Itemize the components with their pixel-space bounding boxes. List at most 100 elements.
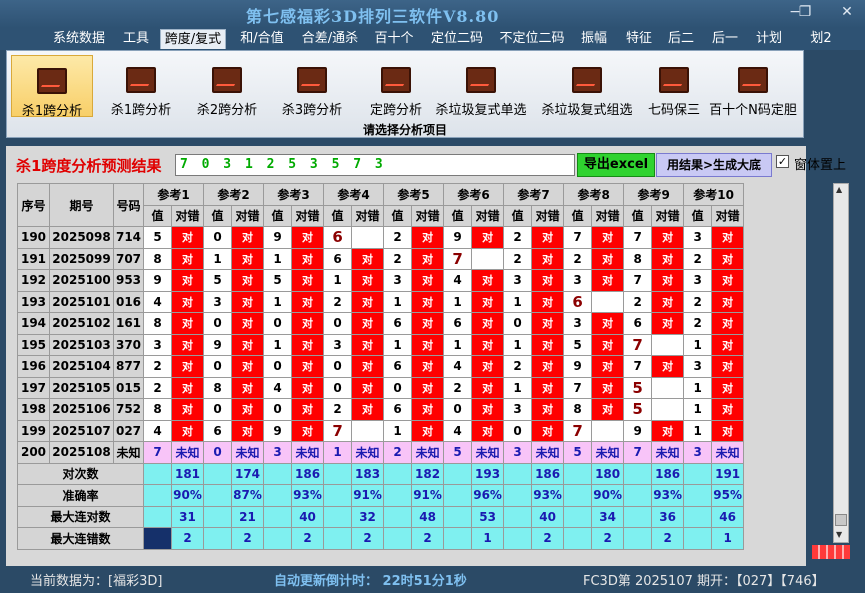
- menu-item-13[interactable]: 划2: [806, 29, 836, 49]
- ribbon-button-8[interactable]: 百十个N码定胆: [707, 55, 799, 118]
- menu-item-11[interactable]: 后一: [704, 29, 746, 49]
- menu-item-7[interactable]: 不定位二码: [494, 29, 570, 49]
- header-correct: 对错: [591, 204, 625, 227]
- correct-mark: 对: [411, 376, 445, 399]
- correct-mark: 对: [291, 247, 325, 270]
- stat-value: 91%: [411, 484, 445, 507]
- table-row[interactable]: 199 2025107 027 4 对 6 对 9 对 7 1 对 4 对 0 对 7 9 对 1 对: [17, 419, 745, 442]
- ref-value: 2: [503, 355, 533, 378]
- correct-mark: 对: [471, 226, 505, 249]
- menu-item-12[interactable]: 计划: [752, 29, 786, 49]
- ribbon-button-1[interactable]: 杀1跨分析: [101, 55, 181, 118]
- result-field[interactable]: 7 0 3 1 2 5 3 5 7 3: [175, 154, 575, 176]
- close-icon[interactable]: ✕: [834, 4, 860, 22]
- table-row[interactable]: 190 2025098 714 5 对 0 对 9 对 6 2 对 9 对 2 对 7 对 7 对 3 对: [17, 226, 745, 249]
- chart-icon: [572, 67, 602, 93]
- table-row[interactable]: 194 2025102 161 8 对 0 对 0 对 0 对 6 对 6 对 0 对 3 对 6 对 2 对: [17, 312, 745, 335]
- stat-spacer: [563, 462, 593, 485]
- correct-mark: 对: [291, 312, 325, 335]
- correct-mark: 对: [411, 419, 445, 442]
- menu-item-2[interactable]: 跨度/复式: [160, 29, 226, 49]
- status-bar: 当前数据为：[福彩3D] 自动更新倒计时： 22时51分1秒 FC3D第 202…: [0, 566, 865, 593]
- menu-item-4[interactable]: 合差/通杀: [297, 29, 363, 49]
- scroll-up-icon[interactable]: ▲: [836, 185, 842, 194]
- stat-value: 2: [170, 527, 205, 550]
- stat-spacer: [503, 527, 533, 550]
- stat-value: 186: [651, 462, 685, 485]
- stat-value: 93%: [651, 484, 685, 507]
- app-title: 第七感福彩3D排列三软件V8.80: [246, 7, 500, 26]
- correct-mark: 对: [471, 355, 505, 378]
- ref-value: 0: [203, 226, 233, 249]
- scroll-thumb[interactable]: [835, 514, 847, 526]
- header-correct: 对错: [411, 204, 445, 227]
- table-row[interactable]: 198 2025106 752 8 对 0 对 0 对 2 对 6 对 0 对 3 对 8 对 5 1 对: [17, 398, 745, 421]
- table-row[interactable]: 195 2025103 370 3 对 9 对 1 对 3 对 1 对 1 对 1 对 5 对 7 1 对: [17, 333, 745, 356]
- ref-value: 3: [503, 441, 533, 464]
- ref-value: 3: [203, 290, 233, 313]
- ribbon-button-3[interactable]: 杀3跨分析: [272, 55, 352, 118]
- ref-value: 4: [263, 376, 293, 399]
- stat-spacer: [503, 462, 533, 485]
- header-value: 值: [443, 204, 473, 227]
- correct-mark: 对: [291, 376, 325, 399]
- table-row[interactable]: 192 2025100 953 9 对 5 对 5 对 1 对 3 对 4 对 3 对 3 对 7 对 3 对: [17, 269, 745, 292]
- ribbon-button-5[interactable]: 杀垃圾复式单选: [431, 55, 531, 118]
- pending-row[interactable]: 200 2025108 未知 7 未知 0 未知 3 未知 1 未知 2 未知 5 未知 3 未知 5 未知 7 未知 3…: [17, 441, 745, 464]
- menu-item-9[interactable]: 特征: [619, 29, 659, 49]
- ribbon-button-0[interactable]: 杀1跨分析: [11, 55, 93, 119]
- menu-item-3[interactable]: 和/合值: [233, 29, 291, 49]
- stat-value: 32: [351, 505, 385, 528]
- export-excel-button[interactable]: 导出excel: [577, 153, 655, 177]
- table-row[interactable]: 197 2025105 015 2 对 8 对 4 对 0 对 0 对 2 对 1 对 7 对 5 1 对: [17, 376, 745, 399]
- ref-value: 5: [443, 441, 473, 464]
- stat-spacer: [323, 462, 353, 485]
- status-unknown: 未知: [170, 441, 205, 464]
- ref-value: 0: [263, 355, 293, 378]
- scroll-down-icon[interactable]: ▼: [836, 530, 842, 539]
- empty-mark: [351, 226, 385, 249]
- stat-row: 最大连错数 2 2 2 2 2 1 2 2 2 1: [17, 527, 745, 550]
- empty-mark: [651, 398, 685, 421]
- stat-value: 21: [231, 505, 265, 528]
- menu-item-1[interactable]: 工具: [117, 29, 155, 49]
- table-row[interactable]: 193 2025101 016 4 对 3 对 1 对 2 对 1 对 1 对 1 对 6 2 对 2 对: [17, 290, 745, 313]
- correct-mark: 对: [351, 312, 385, 335]
- ribbon-button-7[interactable]: 七码保三: [641, 55, 707, 118]
- stat-value: 186: [291, 462, 325, 485]
- menu-item-6[interactable]: 定位二码: [426, 29, 488, 49]
- menu-item-5[interactable]: 百十个: [370, 29, 418, 49]
- ribbon-button-6[interactable]: 杀垃圾复式组选: [537, 55, 637, 118]
- ref-value: 0: [323, 312, 353, 335]
- ribbon-button-2[interactable]: 杀2跨分析: [187, 55, 267, 118]
- ref-value: 1: [323, 441, 353, 464]
- stat-value: 90%: [591, 484, 625, 507]
- ref-value: 5: [623, 398, 653, 421]
- ref-value: 3: [503, 398, 533, 421]
- correct-mark: 对: [231, 247, 265, 270]
- menu-item-8[interactable]: 振幅: [574, 29, 614, 49]
- stat-spacer: [143, 527, 172, 550]
- stat-spacer: [683, 462, 713, 485]
- menu-item-10[interactable]: 后二: [662, 29, 700, 49]
- row-code: 752: [113, 398, 144, 421]
- ribbon-button-4[interactable]: 定跨分析: [359, 55, 433, 118]
- correct-mark: 对: [351, 290, 385, 313]
- restore-icon[interactable]: ❐: [792, 4, 818, 22]
- ref-value: 9: [263, 419, 293, 442]
- correct-mark: 对: [170, 269, 205, 292]
- vertical-scrollbar[interactable]: ▲ ▼: [833, 183, 849, 543]
- table-row[interactable]: 196 2025104 877 2 对 0 对 0 对 0 对 6 对 4 对 2 对 9 对 7 对 3 对: [17, 355, 745, 378]
- menu-item-0[interactable]: 系统数据: [48, 29, 110, 49]
- stay-on-top-checkbox[interactable]: ✓: [776, 155, 789, 168]
- correct-mark: 对: [170, 376, 205, 399]
- correct-mark: 对: [351, 333, 385, 356]
- stat-value: 183: [351, 462, 385, 485]
- correct-mark: 对: [651, 226, 685, 249]
- correct-mark: 对: [471, 312, 505, 335]
- ref-value: 5: [263, 269, 293, 292]
- header-seq: 序号: [17, 183, 50, 227]
- ref-value: 2: [683, 312, 713, 335]
- generate-base-button[interactable]: 用结果>生成大底: [656, 153, 772, 177]
- table-row[interactable]: 191 2025099 707 8 对 1 对 1 对 6 对 2 对 7 2 对 2 对 8 对 2 对: [17, 247, 745, 270]
